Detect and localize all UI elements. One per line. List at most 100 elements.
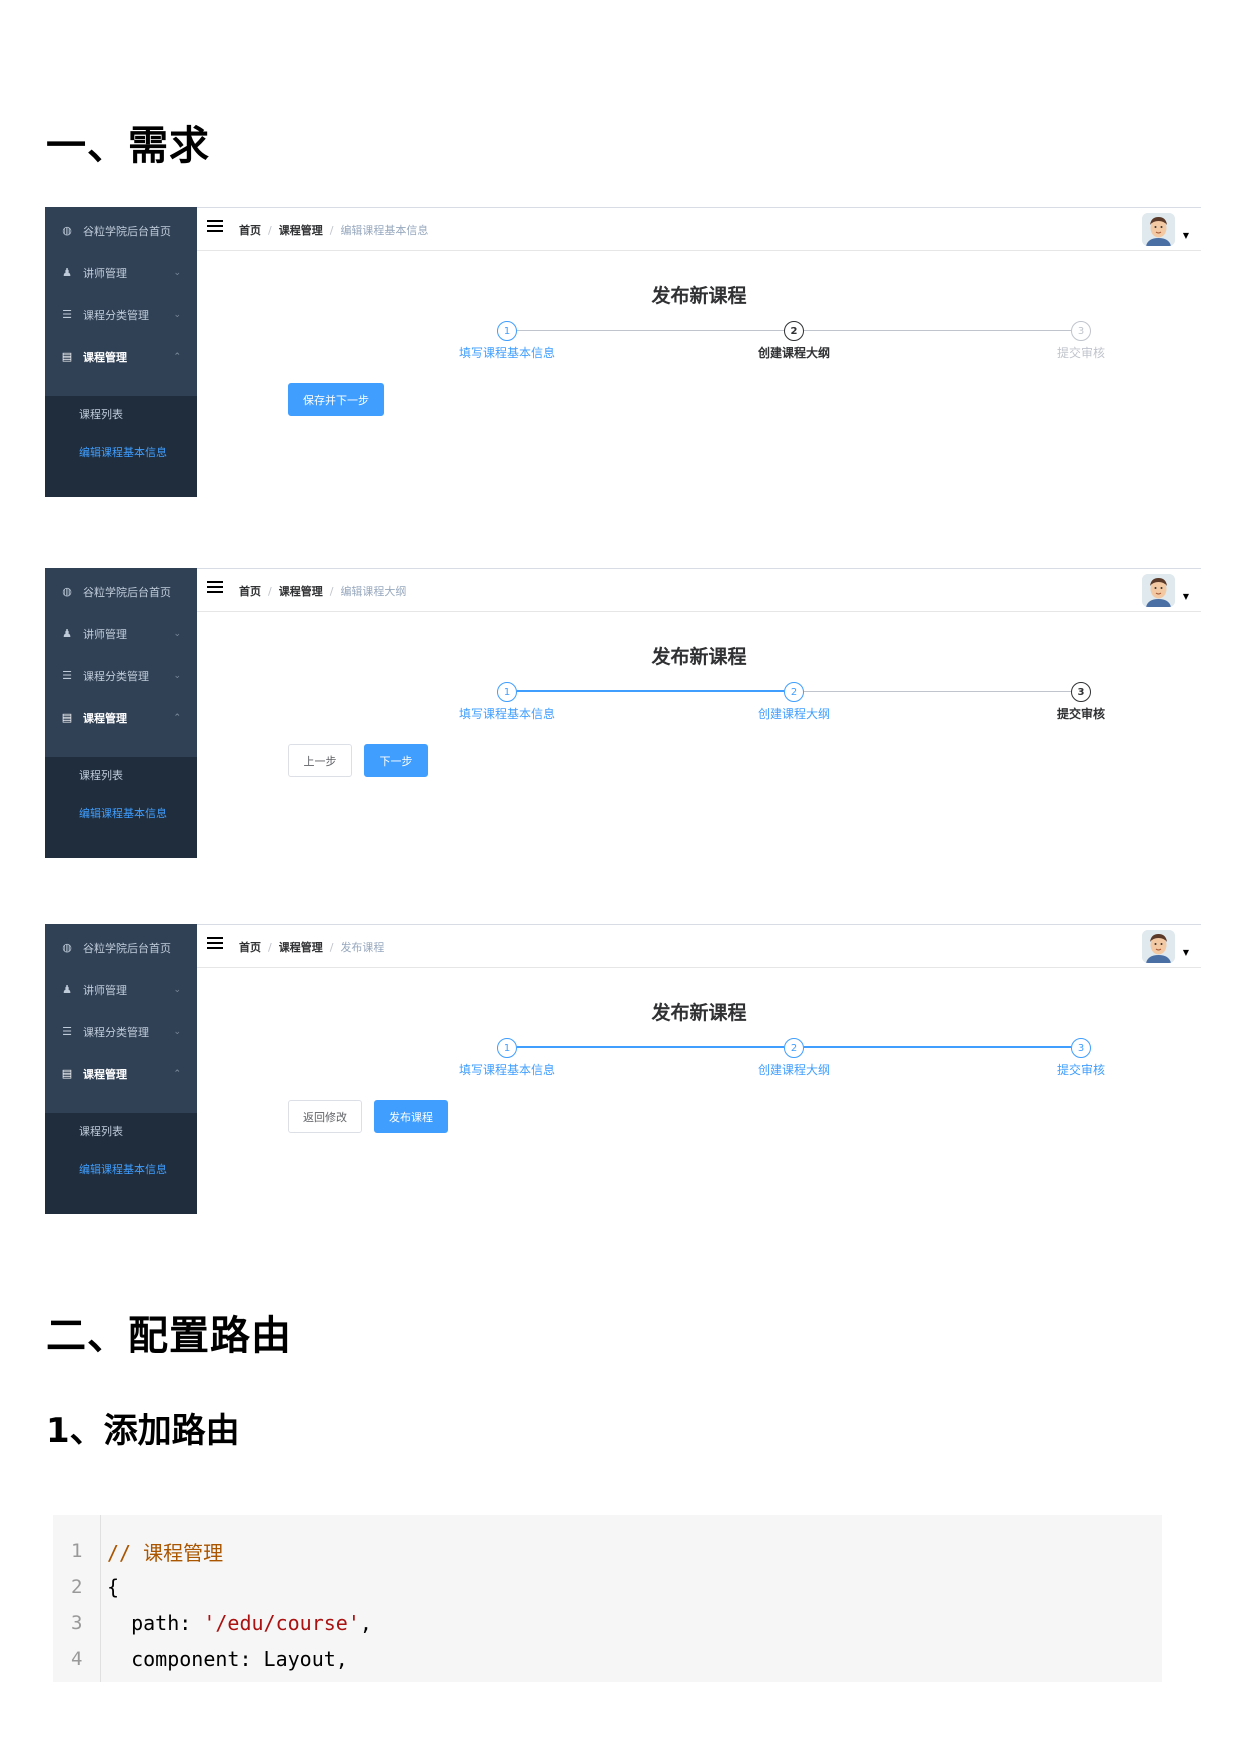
- sidebar-item[interactable]: ▤ 课程管理 ⌃: [45, 333, 197, 380]
- sidebar-item[interactable]: ◍ 谷粒学院后台首页: [45, 207, 197, 254]
- sidebar-item-label: 课程分类管理: [83, 669, 149, 683]
- navbar: 首页 / 课程管理 / 编辑课程基本信息 ▼: [197, 207, 1201, 251]
- sidebar-item[interactable]: ♟ 讲师管理 ⌄: [45, 610, 197, 657]
- sidebar-item[interactable]: ♟ 讲师管理 ⌄: [45, 249, 197, 296]
- hamburger-icon[interactable]: [207, 937, 223, 949]
- section-heading-requirements: 一、需求: [46, 123, 210, 169]
- breadcrumb-item[interactable]: 首页: [239, 583, 261, 599]
- screenshot-step-2: ◍ 谷粒学院后台首页 ♟ 讲师管理 ⌄ ☰ 课程分类管理 ⌄ ▤ 课程管理 ⌃ 课程列表编辑课程基本信…: [45, 207, 1201, 497]
- breadcrumb-separator: /: [268, 223, 272, 237]
- navbar: 首页 / 课程管理 / 编辑课程大纲 ▼: [197, 568, 1201, 612]
- step-title: 提交审核: [1056, 346, 1105, 360]
- code-line: 2{: [53, 1569, 1162, 1605]
- sidebar-item[interactable]: ☰ 课程分类管理 ⌄: [45, 1008, 197, 1055]
- sidebar-subitem[interactable]: 课程列表: [79, 1123, 123, 1139]
- caret-down-icon[interactable]: ▼: [1183, 948, 1189, 957]
- steps: 1 填写课程基本信息 2 创建课程大纲 3 提交审核: [197, 1034, 1201, 1084]
- back-button[interactable]: 返回修改: [288, 1100, 362, 1133]
- sidebar-item[interactable]: ◍ 谷粒学院后台首页: [45, 568, 197, 615]
- chevron-icon: ⌃: [173, 712, 181, 723]
- sidebar-item-label: 讲师管理: [83, 983, 127, 997]
- section-heading-route-config: 二、配置路由: [46, 1313, 292, 1359]
- step-connector: [804, 691, 1071, 692]
- submenu: 课程列表编辑课程基本信息: [45, 1113, 197, 1214]
- code-line: 1 // 课程管理: [53, 1533, 1162, 1569]
- next-button[interactable]: 保存并下一步: [288, 383, 384, 416]
- sidebar: ◍ 谷粒学院后台首页 ♟ 讲师管理 ⌄ ☰ 课程分类管理 ⌄ ▤ 课程管理 ⌃ 课程列表编辑课程基本信…: [45, 207, 197, 497]
- sidebar: ◍ 谷粒学院后台首页 ♟ 讲师管理 ⌄ ☰ 课程分类管理 ⌄ ▤ 课程管理 ⌃ 课程列表 编辑课程基本信…: [45, 924, 197, 1214]
- breadcrumb-item[interactable]: 课程管理: [279, 222, 323, 238]
- sidebar-item[interactable]: ☰ 课程分类管理 ⌄: [45, 652, 197, 699]
- code-token: ,: [359, 1611, 372, 1635]
- sidebar-subitem[interactable]: 编辑课程基本信息: [79, 805, 167, 821]
- submenu: 课程列表编辑课程基本信息: [45, 396, 197, 497]
- sidebar-subitem[interactable]: 课程列表: [79, 406, 123, 422]
- breadcrumb-item[interactable]: 课程管理: [279, 939, 323, 955]
- caret-down-icon[interactable]: ▼: [1183, 231, 1189, 240]
- sidebar: ◍ 谷粒学院后台首页 ♟ 讲师管理 ⌄ ☰ 课程分类管理 ⌄ ▤ 课程管理 ⌃ 课程列表 编辑课程基本信…: [45, 568, 197, 858]
- step-number-icon: 3: [1071, 682, 1091, 702]
- avatar[interactable]: [1142, 213, 1175, 246]
- code-token: // 课程管理: [107, 1540, 224, 1565]
- sidebar-subitem[interactable]: 课程列表: [79, 767, 123, 783]
- step-title: 填写课程基本信息: [458, 707, 555, 721]
- step-title: 填写课程基本信息: [458, 1063, 555, 1077]
- sidebar-item-label: 课程分类管理: [83, 308, 149, 322]
- caret-down-icon[interactable]: ▼: [1183, 592, 1189, 601]
- code-token: component: Layout,: [107, 1647, 348, 1671]
- sidebar-item[interactable]: ☰ 课程分类管理 ⌄: [45, 291, 197, 338]
- code-text: // 课程管理: [107, 1537, 223, 1566]
- avatar[interactable]: [1142, 574, 1175, 607]
- back-button[interactable]: 上一步: [288, 744, 352, 777]
- breadcrumb-item[interactable]: 首页: [239, 939, 261, 955]
- hamburger-icon[interactable]: [207, 220, 223, 232]
- breadcrumb-separator: /: [329, 940, 334, 954]
- breadcrumb: 首页 / 课程管理 / 编辑课程大纲: [239, 583, 406, 599]
- code-token: path:: [107, 1611, 204, 1635]
- step-number-icon: 1: [497, 1038, 517, 1058]
- line-number: 3: [71, 1612, 83, 1634]
- next-button[interactable]: 下一步: [364, 744, 428, 777]
- sidebar-item-label: 谷粒学院后台首页: [83, 585, 171, 599]
- step-number-icon: 3: [1071, 1038, 1091, 1058]
- chevron-icon: ⌃: [173, 351, 181, 362]
- steps: 1 填写课程基本信息 2 创建课程大纲 3 提交审核: [197, 317, 1201, 367]
- sidebar-subitem[interactable]: 编辑课程基本信息: [79, 444, 167, 460]
- hamburger-icon[interactable]: [207, 581, 223, 593]
- step-number-icon: 2: [784, 1038, 804, 1058]
- breadcrumb-item[interactable]: 课程管理: [279, 583, 323, 599]
- breadcrumb: 首页 / 课程管理 / 发布课程: [239, 939, 384, 955]
- sidebar-item-label: 课程管理: [83, 1067, 127, 1081]
- breadcrumb-separator: /: [268, 940, 272, 954]
- chevron-icon: ⌄: [173, 984, 181, 995]
- list-icon: ☰: [62, 308, 72, 321]
- dashboard-icon: ◍: [62, 941, 72, 954]
- user-icon: ♟: [62, 627, 72, 640]
- step-connector: [517, 690, 784, 692]
- step-title: 填写课程基本信息: [458, 346, 555, 360]
- next-button[interactable]: 发布课程: [374, 1100, 448, 1133]
- submenu: 课程列表编辑课程基本信息: [45, 757, 197, 858]
- user-icon: ♟: [62, 983, 72, 996]
- sidebar-subitem[interactable]: 编辑课程基本信息: [79, 1161, 167, 1177]
- breadcrumb-item[interactable]: 首页: [239, 222, 261, 238]
- dashboard-icon: ◍: [62, 224, 72, 237]
- section-heading-add-route: 1、添加路由: [46, 1411, 240, 1451]
- sidebar-item-label: 讲师管理: [83, 627, 127, 641]
- sidebar-item[interactable]: ▤ 课程管理 ⌃: [45, 694, 197, 741]
- avatar[interactable]: [1142, 930, 1175, 963]
- chevron-icon: ⌃: [173, 1068, 181, 1079]
- chevron-icon: ⌄: [173, 267, 181, 278]
- list-icon: ☰: [62, 669, 72, 682]
- code-line: 4 component: Layout,: [53, 1641, 1162, 1677]
- step-connector: [804, 1046, 1071, 1048]
- list-icon: ☰: [62, 1025, 72, 1038]
- dashboard-icon: ◍: [62, 585, 72, 598]
- sidebar-item[interactable]: ♟ 讲师管理 ⌄: [45, 966, 197, 1013]
- sidebar-item[interactable]: ▤ 课程管理 ⌃: [45, 1050, 197, 1097]
- sidebar-item-label: 谷粒学院后台首页: [83, 941, 171, 955]
- chevron-icon: ⌄: [173, 1026, 181, 1037]
- step-connector: [517, 330, 784, 331]
- sidebar-item[interactable]: ◍ 谷粒学院后台首页: [45, 924, 197, 971]
- sidebar-item-label: 课程分类管理: [83, 1025, 149, 1039]
